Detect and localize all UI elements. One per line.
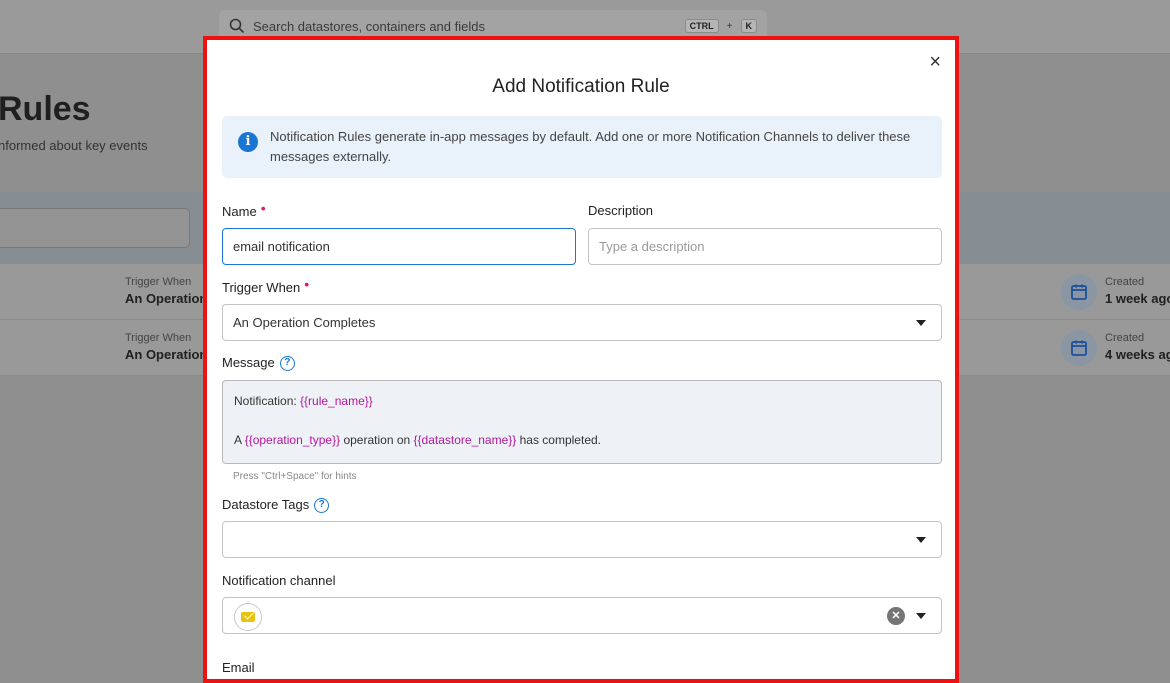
channel-label: Notification channel — [222, 573, 336, 588]
trigger-label: Trigger When — [125, 276, 192, 288]
trigger-select[interactable]: An Operation Completes — [222, 304, 942, 341]
template-variable: {{rule_name}} — [300, 394, 373, 408]
name-value: email notification — [233, 239, 330, 254]
created-value: 4 weeks ago — [1105, 347, 1170, 362]
description-label: Description — [588, 203, 654, 218]
template-variable: {{datastore_name}} — [413, 433, 517, 447]
chevron-down-icon[interactable] — [916, 613, 926, 619]
page-title: Rules — [0, 90, 91, 128]
created-label: Created — [1105, 276, 1145, 288]
trigger-value: An Operation Completes — [233, 315, 376, 330]
message-text: has completed. — [516, 433, 601, 447]
notification-channel-select[interactable]: ✕ — [222, 597, 942, 634]
tags-label: Datastore Tags? — [222, 497, 330, 514]
required-indicator: • — [260, 200, 266, 216]
email-label: Email — [222, 660, 255, 675]
message-line-2: A {{operation_type}} operation on {{data… — [234, 430, 930, 450]
help-icon[interactable]: ? — [279, 356, 295, 372]
message-label-text: Message — [222, 355, 275, 370]
info-text: Notification Rules generate in-app messa… — [270, 129, 911, 164]
trigger-label: Trigger When • — [222, 276, 310, 295]
shortcut-plus: + — [726, 20, 733, 32]
filter-input[interactable] — [0, 208, 190, 248]
calendar-icon — [1061, 274, 1097, 310]
search-placeholder: Search datastores, containers and fields — [253, 18, 485, 34]
email-channel-chip[interactable] — [234, 603, 262, 631]
template-variable: {{operation_type}} — [244, 433, 341, 447]
datastore-tags-select[interactable] — [222, 521, 942, 558]
search-icon — [229, 18, 245, 34]
help-icon[interactable]: ? — [314, 498, 330, 514]
created-label: Created — [1105, 332, 1145, 344]
message-editor[interactable]: Notification: {{rule_name}} A {{operatio… — [222, 380, 942, 464]
shortcut-ctrl: CTRL — [684, 19, 719, 33]
trigger-value: An Operation — [125, 291, 208, 306]
description-field[interactable]: Type a description — [588, 228, 942, 265]
message-line-1: Notification: {{rule_name}} — [234, 391, 930, 411]
page-subtitle: nformed about key events — [0, 138, 148, 153]
trigger-label: Trigger When — [125, 332, 192, 344]
description-placeholder: Type a description — [599, 239, 705, 254]
chevron-down-icon[interactable] — [916, 320, 926, 326]
chevron-down-icon[interactable] — [916, 537, 926, 543]
required-indicator: • — [304, 276, 310, 292]
close-icon[interactable]: × — [929, 52, 941, 72]
add-notification-rule-dialog: × Add Notification Rule i Notification R… — [203, 36, 959, 683]
message-text: Notification: — [234, 394, 301, 408]
message-text: A — [234, 433, 245, 447]
trigger-label-text: Trigger When — [222, 280, 301, 295]
name-label: Name • — [222, 200, 266, 219]
tags-label-text: Datastore Tags — [222, 497, 310, 512]
message-text: operation on — [340, 433, 414, 447]
name-label-text: Name — [222, 204, 257, 219]
envelope-icon — [241, 612, 255, 622]
trigger-value: An Operation — [125, 347, 208, 362]
info-icon: i — [238, 132, 258, 152]
calendar-icon — [1061, 330, 1097, 366]
created-value: 1 week ago — [1105, 291, 1170, 306]
editor-hint: Press "Ctrl+Space" for hints — [233, 471, 357, 482]
name-field[interactable]: email notification — [222, 228, 576, 265]
info-banner: i Notification Rules generate in-app mes… — [222, 116, 942, 178]
shortcut-k: K — [740, 19, 757, 33]
clear-icon[interactable]: ✕ — [887, 607, 905, 625]
dialog-title: Add Notification Rule — [492, 76, 670, 97]
message-label: Message? — [222, 355, 295, 372]
